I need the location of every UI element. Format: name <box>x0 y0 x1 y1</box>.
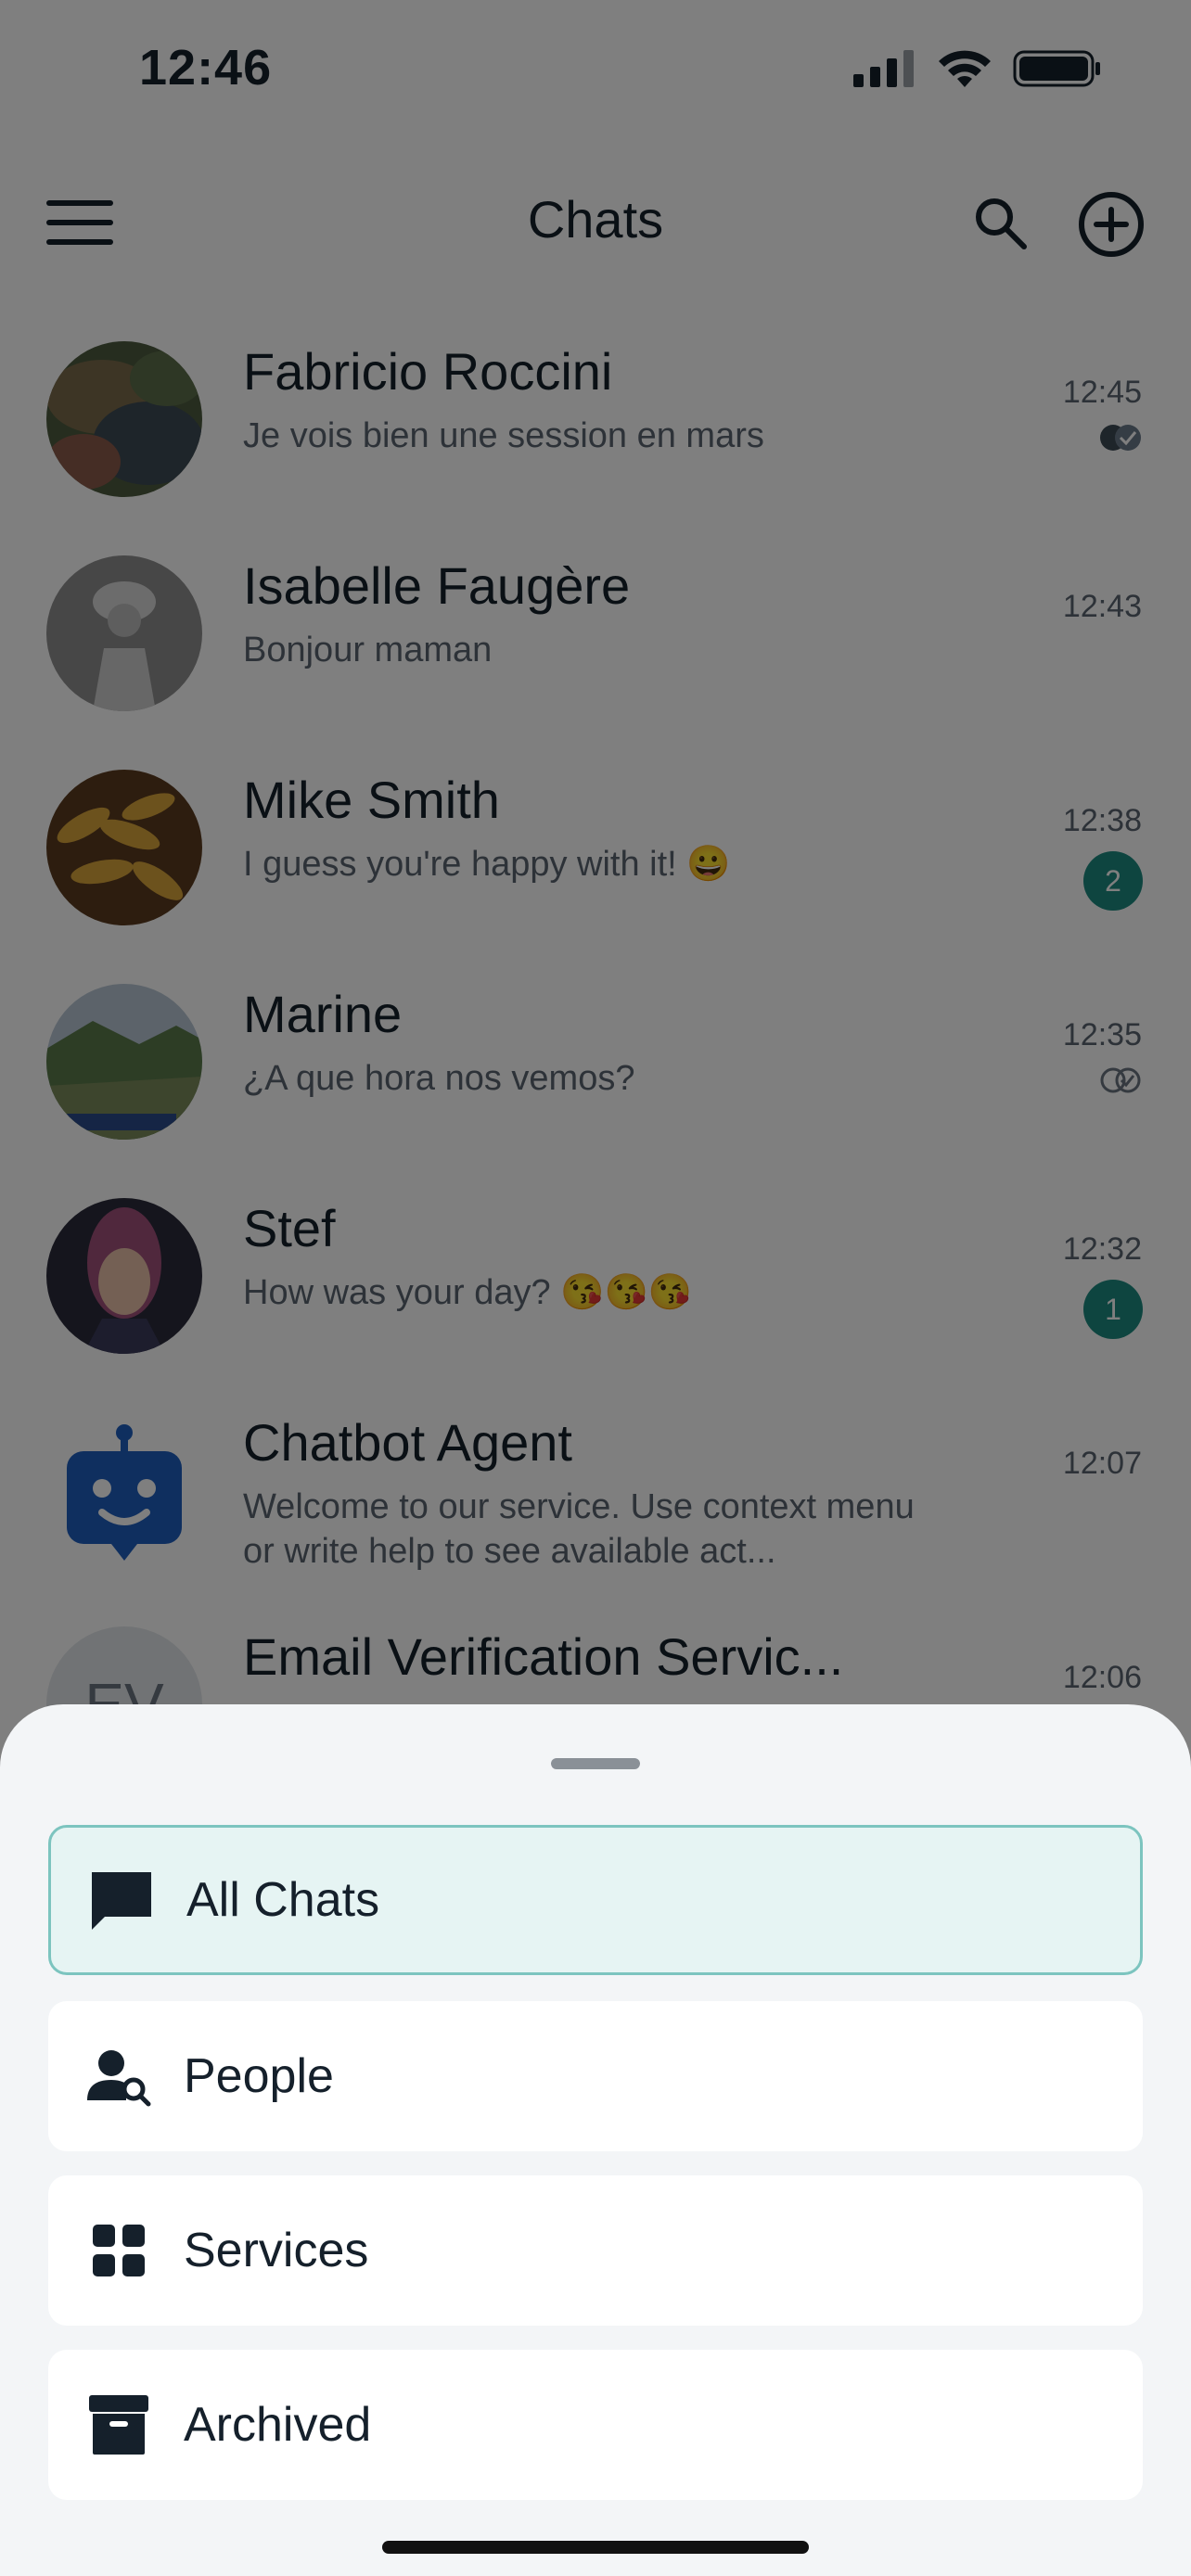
filter-people[interactable]: People <box>48 2001 1143 2151</box>
filter-bottom-sheet: All Chats People Services Archived <box>0 1704 1191 2576</box>
grid-icon <box>85 2217 152 2284</box>
filter-label: All Chats <box>186 1873 380 1927</box>
filter-label: Services <box>184 2224 369 2277</box>
filter-services[interactable]: Services <box>48 2175 1143 2326</box>
person-search-icon <box>85 2043 152 2110</box>
home-indicator[interactable] <box>382 2541 809 2554</box>
filter-archived[interactable]: Archived <box>48 2350 1143 2500</box>
archive-box-icon <box>85 2391 152 2458</box>
filter-all-chats[interactable]: All Chats <box>48 1825 1143 1975</box>
sheet-drag-handle[interactable] <box>551 1758 640 1769</box>
filter-label: People <box>184 2049 334 2103</box>
filter-label: Archived <box>184 2398 372 2452</box>
chat-bubble-icon <box>88 1867 155 1933</box>
